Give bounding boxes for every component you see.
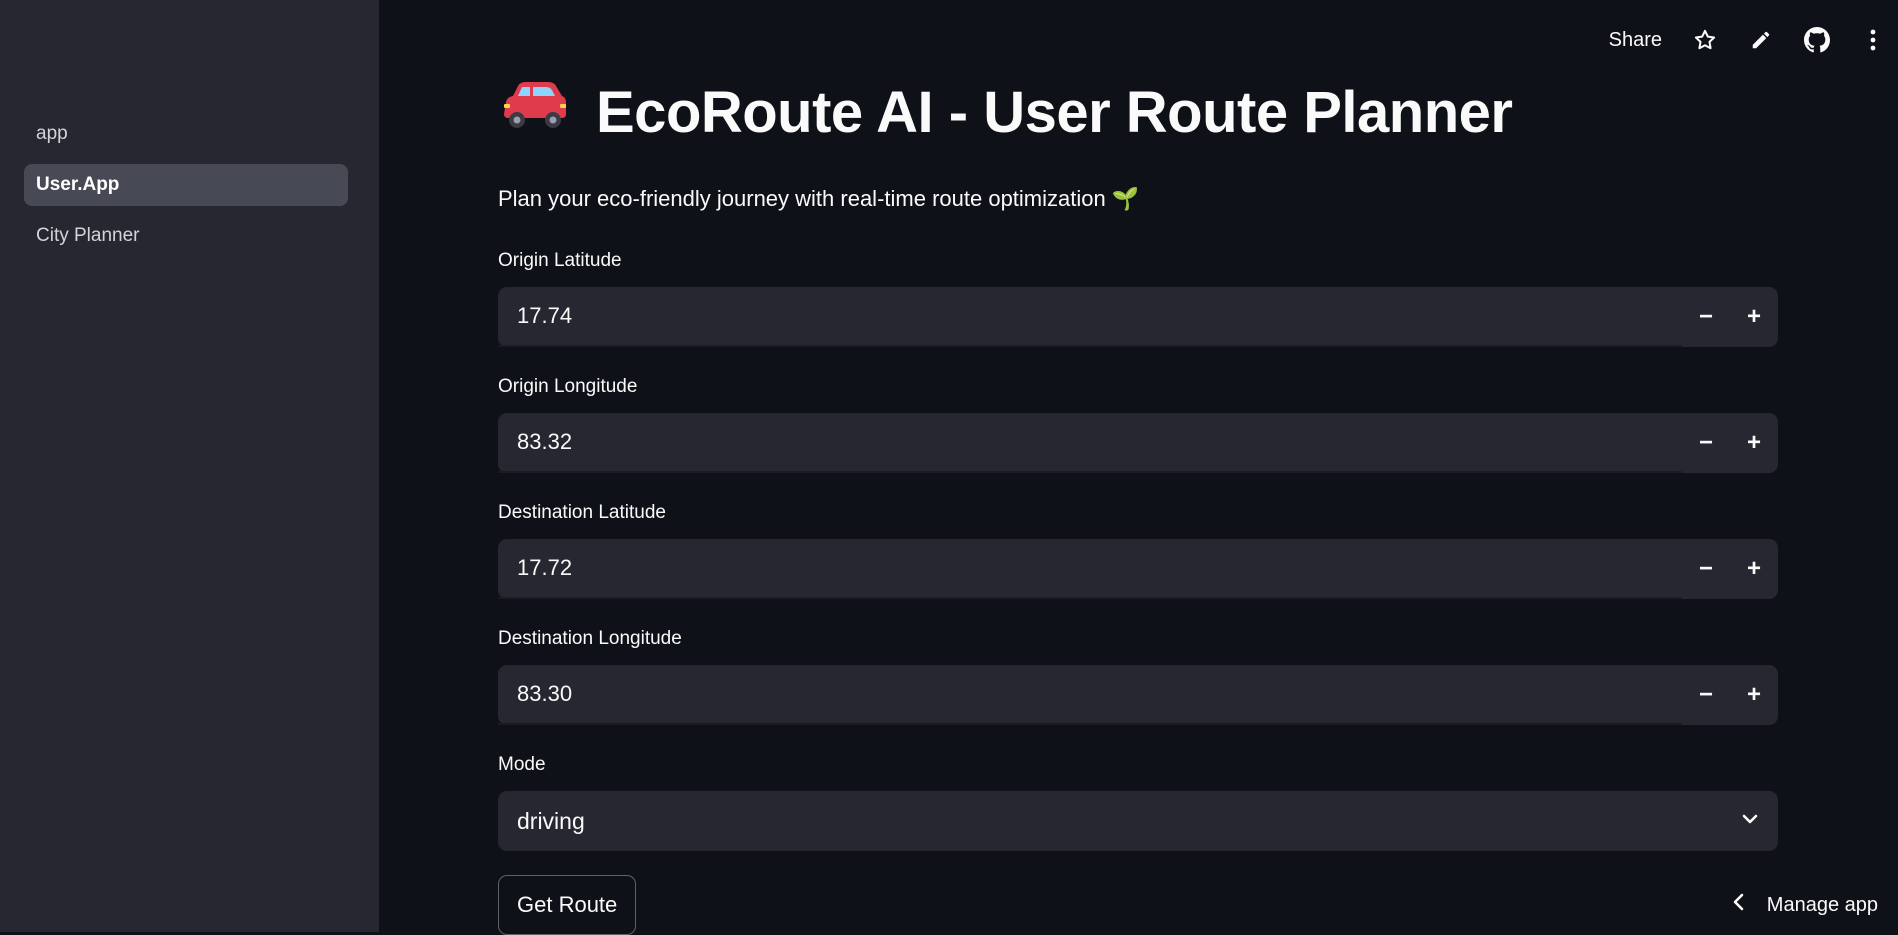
origin-latitude-label: Origin Latitude [498, 250, 622, 271]
origin-latitude-decrement-button[interactable]: − [1682, 287, 1730, 347]
destination-latitude-decrement-button[interactable]: − [1682, 539, 1730, 599]
mode-selected-value: driving [517, 807, 585, 834]
page-title-text: EcoRoute AI - User Route Planner [596, 79, 1513, 145]
sidebar-item-user-app[interactable]: User.App [24, 164, 348, 206]
chevron-left-icon [1731, 892, 1745, 918]
origin-longitude-input: 83.32 − + [498, 413, 1778, 473]
manage-app-button[interactable]: Manage app [1731, 892, 1878, 918]
pencil-icon[interactable] [1748, 27, 1774, 53]
star-icon[interactable] [1692, 27, 1718, 53]
sidebar: app User.App City Planner [0, 0, 379, 932]
page-title: EcoRoute AI - User Route Planner [498, 78, 1513, 146]
destination-longitude-input: 83.30 − + [498, 665, 1778, 725]
origin-longitude-value[interactable]: 83.32 [498, 413, 1682, 473]
top-toolbar: Share [1609, 20, 1886, 60]
manage-app-label: Manage app [1766, 893, 1878, 916]
origin-latitude-input: 17.74 − + [498, 287, 1778, 347]
sidebar-item-app[interactable]: app [24, 113, 348, 155]
mode-label: Mode [498, 754, 546, 775]
chevron-down-icon [1740, 809, 1760, 834]
share-button[interactable]: Share [1609, 29, 1662, 52]
more-vertical-icon[interactable] [1860, 27, 1886, 53]
mode-select[interactable]: driving [498, 791, 1778, 851]
destination-longitude-decrement-button[interactable]: − [1682, 665, 1730, 725]
origin-latitude-value[interactable]: 17.74 [498, 287, 1682, 347]
origin-longitude-decrement-button[interactable]: − [1682, 413, 1730, 473]
origin-latitude-increment-button[interactable]: + [1730, 287, 1778, 347]
origin-longitude-increment-button[interactable]: + [1730, 413, 1778, 473]
origin-longitude-label: Origin Longitude [498, 376, 638, 397]
destination-latitude-input: 17.72 − + [498, 539, 1778, 599]
destination-longitude-label: Destination Longitude [498, 628, 682, 649]
get-route-button[interactable]: Get Route [498, 875, 637, 935]
car-icon [498, 78, 570, 146]
destination-latitude-value[interactable]: 17.72 [498, 539, 1682, 599]
sidebar-nav: app User.App City Planner [24, 113, 348, 266]
page-subtitle: Plan your eco-friendly journey with real… [498, 186, 1140, 211]
sidebar-item-city-planner[interactable]: City Planner [24, 215, 348, 257]
main-area: Share EcoRoute AI - User Route Planner P… [379, 0, 1898, 935]
github-icon[interactable] [1804, 27, 1830, 53]
destination-latitude-increment-button[interactable]: + [1730, 539, 1778, 599]
destination-longitude-increment-button[interactable]: + [1730, 665, 1778, 725]
destination-latitude-label: Destination Latitude [498, 502, 666, 523]
destination-longitude-value[interactable]: 83.30 [498, 665, 1682, 725]
